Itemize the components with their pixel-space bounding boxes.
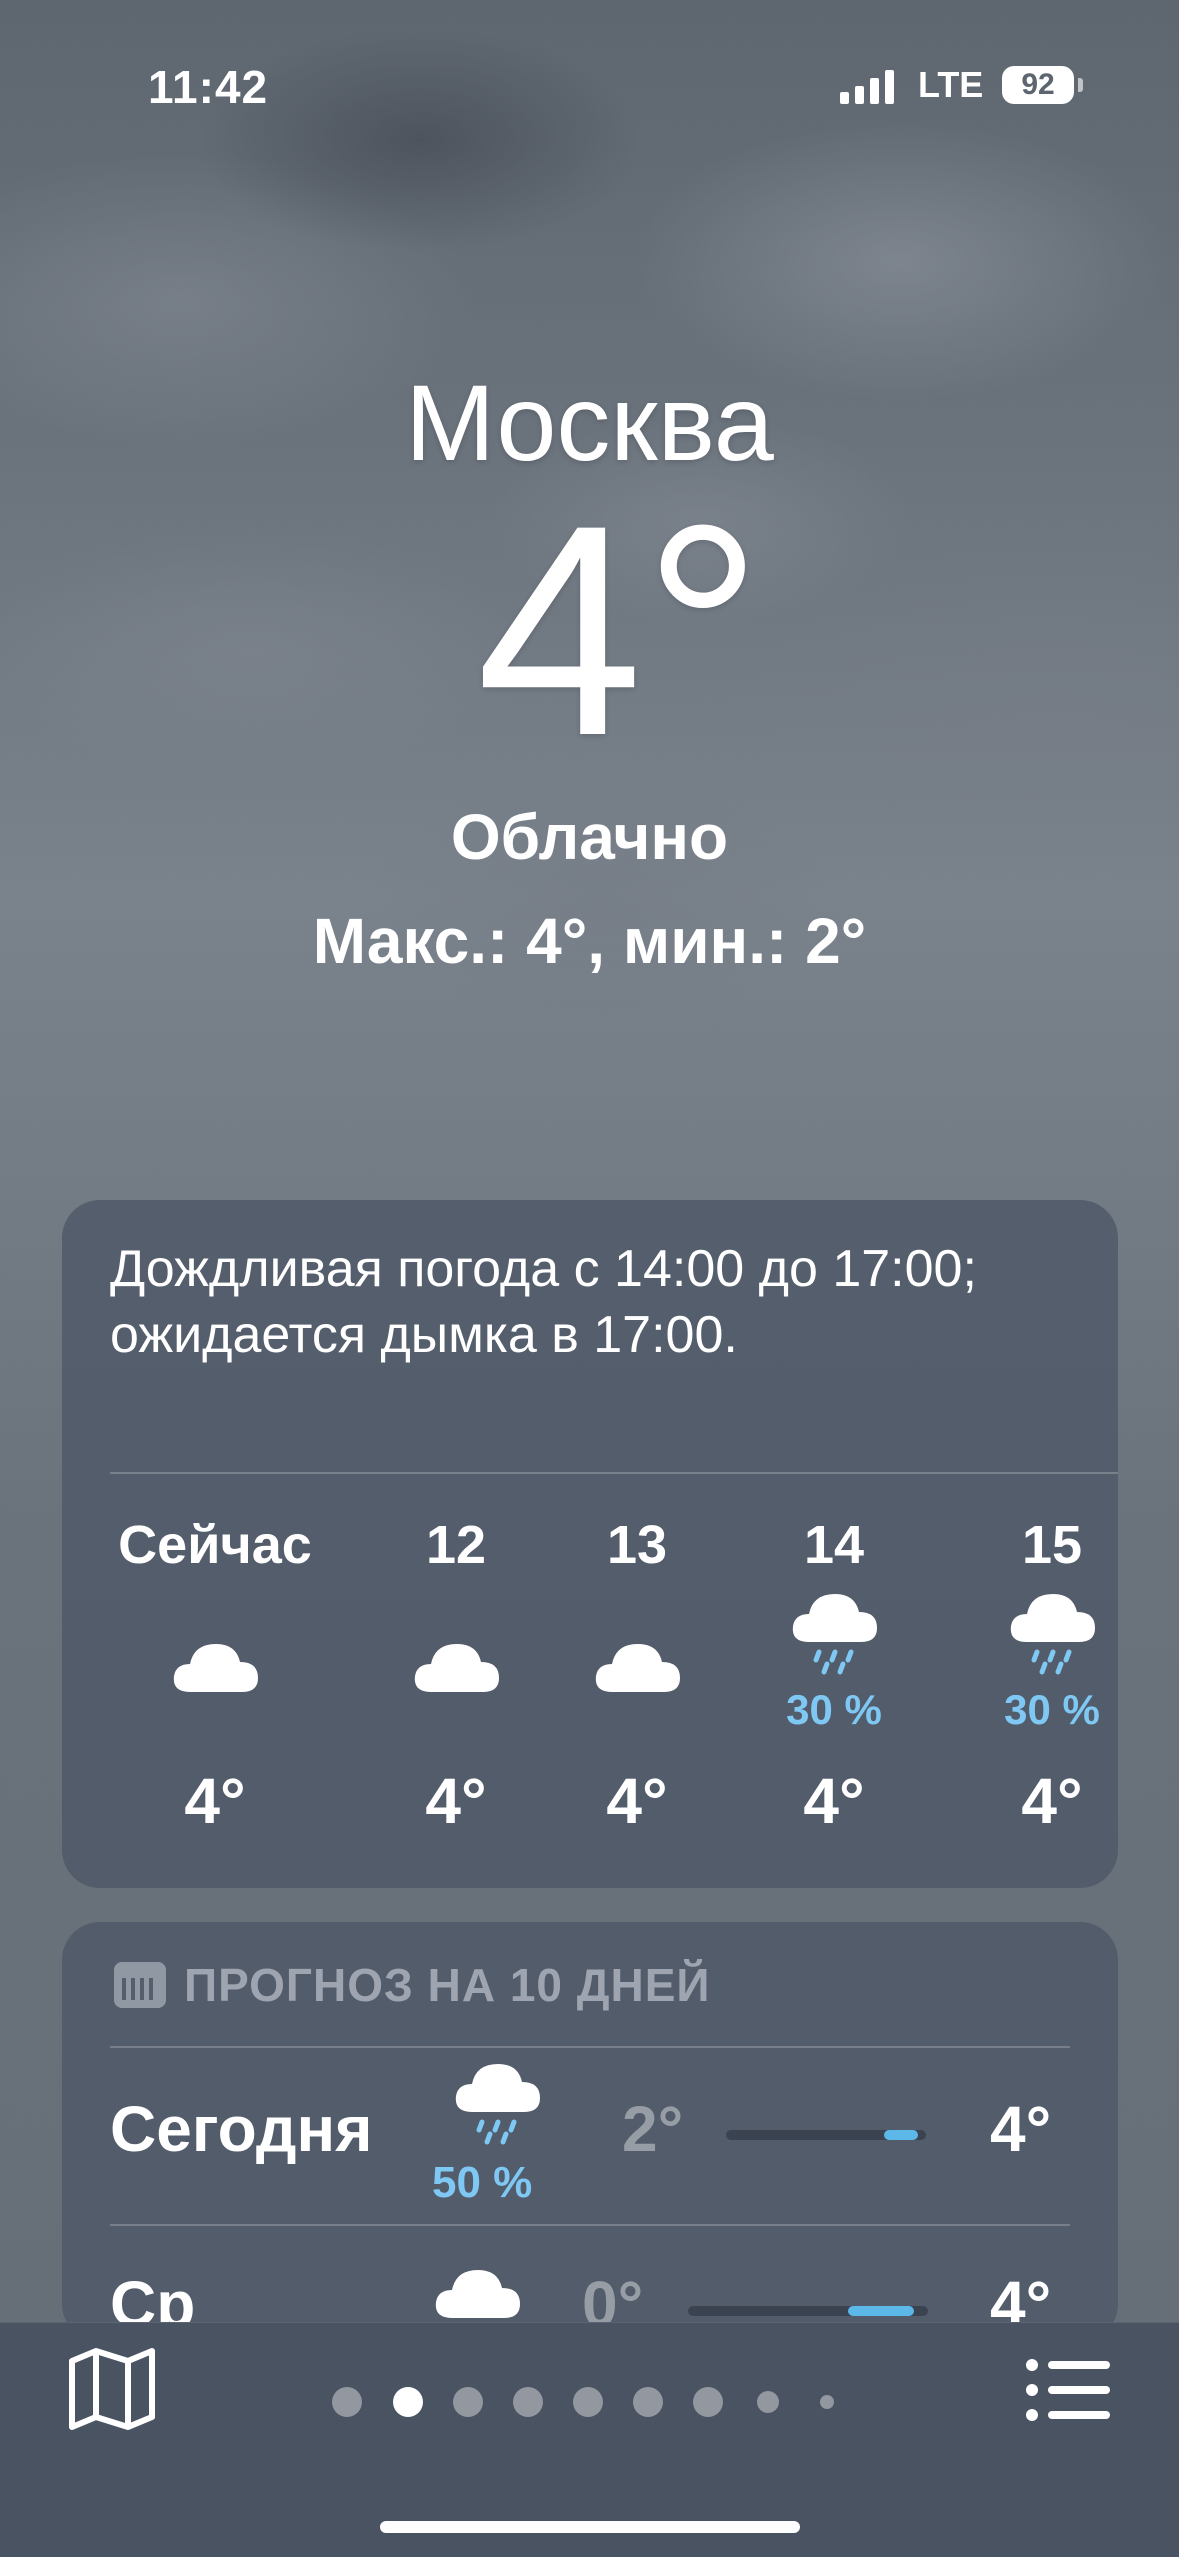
hour-temperature: 4° bbox=[606, 1765, 668, 1837]
cloud-rain-icon bbox=[452, 2062, 542, 2151]
cloud-icon bbox=[170, 1636, 260, 1701]
page-dot[interactable] bbox=[453, 2387, 483, 2417]
map-icon[interactable] bbox=[66, 2347, 158, 2436]
status-time: 11:42 bbox=[148, 61, 269, 113]
page-dot[interactable] bbox=[332, 2387, 362, 2417]
battery-tip bbox=[1078, 78, 1083, 92]
network-type: LTE bbox=[918, 64, 984, 105]
ten-day-header: ПРОГНОЗ НА 10 ДНЕЙ bbox=[114, 1958, 711, 2012]
condition-text: Облачно bbox=[450, 801, 729, 873]
cloud-icon bbox=[411, 1636, 501, 1701]
hour-temperature: 4° bbox=[803, 1765, 865, 1837]
cloud-icon bbox=[592, 1636, 682, 1701]
day-high: 4° bbox=[990, 2093, 1052, 2165]
home-indicator[interactable] bbox=[380, 2521, 800, 2533]
day-low: 2° bbox=[622, 2093, 684, 2165]
temperature-range-fill bbox=[884, 2130, 918, 2140]
calendar-icon bbox=[114, 1962, 166, 2008]
precip-probability: 50 % bbox=[432, 2158, 533, 2207]
hour-label: 12 bbox=[425, 1515, 487, 1575]
current-temperature: 4° bbox=[476, 462, 763, 798]
temperature-range-fill bbox=[848, 2306, 914, 2316]
day-name: Сегодня bbox=[110, 2093, 373, 2165]
battery-icon: 92 bbox=[1002, 66, 1074, 104]
hour-temperature: 4° bbox=[184, 1765, 246, 1837]
divider bbox=[110, 1472, 1118, 1474]
hour-temperature: 4° bbox=[425, 1765, 487, 1837]
hour-label: 15 bbox=[1021, 1515, 1083, 1575]
hourly-forecast-card[interactable]: Дождливая погода с 14:00 до 17:00; ожида… bbox=[62, 1200, 1118, 1888]
hour-label: 13 bbox=[606, 1515, 668, 1575]
page-dot[interactable] bbox=[693, 2387, 723, 2417]
temperature-range-bar bbox=[726, 2130, 926, 2140]
cloud-rain-icon bbox=[1007, 1592, 1097, 1681]
high-low-text: Макс.: 4°, мин.: 2° bbox=[312, 905, 867, 977]
temperature-range-bar bbox=[688, 2306, 928, 2316]
page-dot[interactable] bbox=[573, 2387, 603, 2417]
precip-probability: 30 % bbox=[786, 1686, 882, 1733]
page-dot[interactable] bbox=[513, 2387, 543, 2417]
status-bar: 11:42 LTE 92 bbox=[0, 60, 1179, 120]
forecast-summary: Дождливая погода с 14:00 до 17:00; ожида… bbox=[110, 1240, 977, 1364]
hour-label: 14 bbox=[803, 1515, 865, 1575]
ten-day-title: ПРОГНОЗ НА 10 ДНЕЙ bbox=[184, 1959, 711, 2011]
page-dot-active[interactable] bbox=[393, 2387, 423, 2417]
cloud-rain-icon bbox=[789, 1592, 879, 1681]
cellular-signal-icon bbox=[840, 70, 894, 104]
divider bbox=[110, 2046, 1070, 2048]
page-dot[interactable] bbox=[633, 2387, 663, 2417]
divider bbox=[110, 2224, 1070, 2226]
hour-temperature: 4° bbox=[1021, 1765, 1083, 1837]
page-dot[interactable] bbox=[757, 2391, 779, 2413]
page-dot[interactable] bbox=[820, 2395, 834, 2409]
precip-probability: 30 % bbox=[1004, 1686, 1100, 1733]
ten-day-forecast-card[interactable]: ПРОГНОЗ НА 10 ДНЕЙ Сегодня 50 % 2° 4° Ср… bbox=[62, 1922, 1118, 2342]
list-icon[interactable] bbox=[1024, 2357, 1112, 2428]
hour-label: Сейчас bbox=[118, 1515, 312, 1575]
bottom-toolbar bbox=[0, 2322, 1179, 2557]
cloud-icon bbox=[432, 2262, 522, 2327]
